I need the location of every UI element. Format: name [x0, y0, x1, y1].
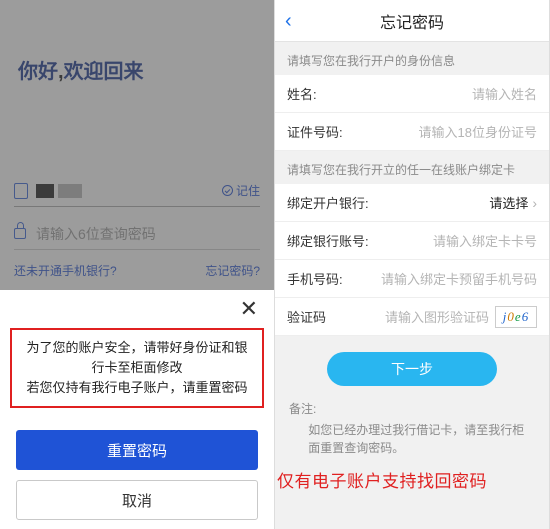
row-name[interactable]: 姓名: 请输入姓名	[275, 75, 549, 113]
field-placeholder: 请输入绑定卡预留手机号码	[381, 269, 537, 288]
phone-forgot-password: ‹ 忘记密码 请填写您在我行开户的身份信息 姓名: 请输入姓名 证件号码: 请输…	[275, 0, 550, 529]
bottom-sheet: ✕ 为了您的账户安全，请带好身份证和银行卡至柜面修改 若您仅持有我行电子账户，请…	[0, 290, 274, 529]
section-card-label: 请填写您在我行开立的任一在线账户绑定卡	[275, 151, 549, 184]
captcha-image[interactable]: j0e6	[495, 306, 537, 328]
field-placeholder: 请输入绑定卡卡号	[433, 231, 537, 250]
next-step-button[interactable]: 下一步	[327, 352, 497, 386]
field-label: 绑定银行账号:	[287, 231, 369, 250]
remark-heading: 备注:	[289, 400, 535, 417]
field-label: 姓名:	[287, 84, 317, 103]
field-label: 证件号码:	[287, 122, 343, 141]
next-step-label: 下一步	[391, 359, 433, 379]
close-icon[interactable]: ✕	[240, 298, 258, 320]
row-id-number[interactable]: 证件号码: 请输入18位身份证号	[275, 113, 549, 151]
row-phone-number[interactable]: 手机号码: 请输入绑定卡预留手机号码	[275, 260, 549, 298]
field-placeholder: 请输入姓名	[472, 84, 537, 103]
modal-backdrop	[0, 0, 274, 290]
cancel-button[interactable]: 取消	[16, 480, 258, 520]
security-message-box: 为了您的账户安全，请带好身份证和银行卡至柜面修改 若您仅持有我行电子账户，请重置…	[10, 328, 264, 408]
cancel-label: 取消	[122, 490, 152, 511]
field-placeholder: 请输入图形验证码	[385, 307, 489, 326]
page-title: 忘记密码	[380, 9, 444, 33]
back-icon[interactable]: ‹	[285, 11, 292, 31]
select-value: 请选择	[489, 193, 528, 212]
field-placeholder: 请输入18位身份证号	[419, 122, 537, 141]
phone-login-sheet: 你好,欢迎回来 记住 请输入6位查询密码 还未开通手机银行? 忘记密码? ✕	[0, 0, 275, 529]
field-label: 绑定开户银行:	[287, 193, 369, 212]
annotation-red-notice: 仅有电子账户支持找回密码	[275, 461, 549, 492]
security-message-line1: 为了您的账户安全，请带好身份证和银行卡至柜面修改	[22, 338, 252, 378]
row-captcha[interactable]: 验证码 请输入图形验证码 j0e6	[275, 298, 549, 336]
field-label: 验证码	[287, 307, 326, 326]
screenshot-pair: 你好,欢迎回来 记住 请输入6位查询密码 还未开通手机银行? 忘记密码? ✕	[0, 0, 550, 529]
chevron-right-icon: ›	[532, 195, 537, 211]
row-card-number[interactable]: 绑定银行账号: 请输入绑定卡卡号	[275, 222, 549, 260]
section-identity-label: 请填写您在我行开户的身份信息	[275, 42, 549, 75]
remark-block: 备注: 如您已经办理过我行借记卡，请至我行柜面重置查询密码。	[275, 386, 549, 461]
nav-header: ‹ 忘记密码	[275, 0, 549, 42]
row-bank-select[interactable]: 绑定开户银行: 请选择 ›	[275, 184, 549, 222]
reset-password-label: 重置密码	[107, 440, 167, 461]
security-message-line2: 若您仅持有我行电子账户，请重置密码	[22, 378, 252, 398]
reset-password-button[interactable]: 重置密码	[16, 430, 258, 470]
remark-body: 如您已经办理过我行借记卡，请至我行柜面重置查询密码。	[289, 421, 535, 457]
field-label: 手机号码:	[287, 269, 343, 288]
